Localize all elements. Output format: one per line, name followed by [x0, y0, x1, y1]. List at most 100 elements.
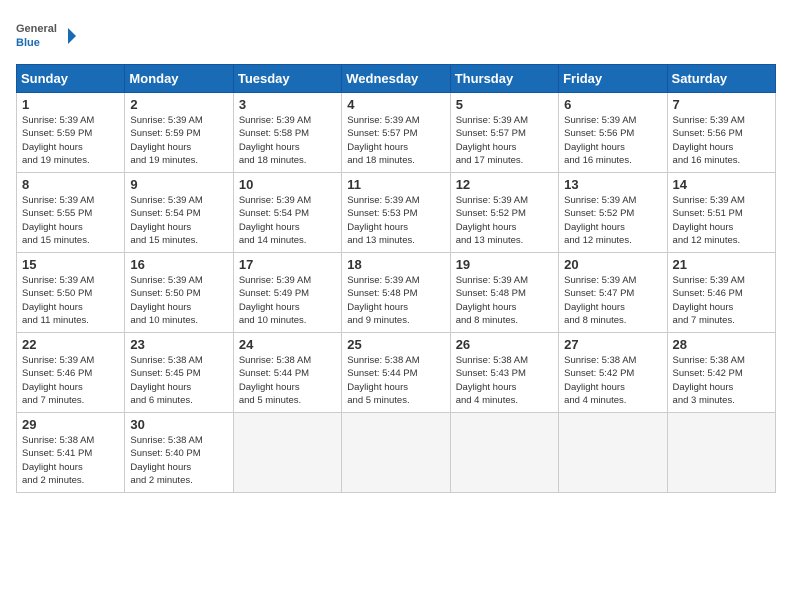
- weekday-header: Sunday: [17, 65, 125, 93]
- calendar-cell: 22 Sunrise: 5:39 AMSunset: 5:46 PMDaylig…: [17, 333, 125, 413]
- calendar-cell: 6 Sunrise: 5:39 AMSunset: 5:56 PMDayligh…: [559, 93, 667, 173]
- day-number: 11: [347, 177, 444, 192]
- day-number: 28: [673, 337, 770, 352]
- day-info: Sunrise: 5:39 AMSunset: 5:59 PMDaylight …: [130, 114, 227, 167]
- day-number: 20: [564, 257, 661, 272]
- calendar-cell: 10 Sunrise: 5:39 AMSunset: 5:54 PMDaylig…: [233, 173, 341, 253]
- calendar-week-row: 22 Sunrise: 5:39 AMSunset: 5:46 PMDaylig…: [17, 333, 776, 413]
- page-header: General Blue: [16, 16, 776, 56]
- calendar-cell: 8 Sunrise: 5:39 AMSunset: 5:55 PMDayligh…: [17, 173, 125, 253]
- day-number: 10: [239, 177, 336, 192]
- day-number: 12: [456, 177, 553, 192]
- day-info: Sunrise: 5:39 AMSunset: 5:57 PMDaylight …: [347, 114, 444, 167]
- logo-svg: General Blue: [16, 16, 76, 56]
- weekday-header: Thursday: [450, 65, 558, 93]
- calendar-cell: 16 Sunrise: 5:39 AMSunset: 5:50 PMDaylig…: [125, 253, 233, 333]
- day-info: Sunrise: 5:38 AMSunset: 5:42 PMDaylight …: [564, 354, 661, 407]
- day-info: Sunrise: 5:39 AMSunset: 5:55 PMDaylight …: [22, 194, 119, 247]
- day-number: 1: [22, 97, 119, 112]
- calendar-cell: 3 Sunrise: 5:39 AMSunset: 5:58 PMDayligh…: [233, 93, 341, 173]
- calendar-week-row: 15 Sunrise: 5:39 AMSunset: 5:50 PMDaylig…: [17, 253, 776, 333]
- day-number: 6: [564, 97, 661, 112]
- weekday-header: Saturday: [667, 65, 775, 93]
- calendar-cell: [233, 413, 341, 493]
- day-info: Sunrise: 5:39 AMSunset: 5:48 PMDaylight …: [456, 274, 553, 327]
- svg-text:General: General: [16, 23, 57, 35]
- day-number: 13: [564, 177, 661, 192]
- day-number: 5: [456, 97, 553, 112]
- day-info: Sunrise: 5:39 AMSunset: 5:51 PMDaylight …: [673, 194, 770, 247]
- day-info: Sunrise: 5:38 AMSunset: 5:44 PMDaylight …: [347, 354, 444, 407]
- calendar-cell: 19 Sunrise: 5:39 AMSunset: 5:48 PMDaylig…: [450, 253, 558, 333]
- day-info: Sunrise: 5:39 AMSunset: 5:50 PMDaylight …: [22, 274, 119, 327]
- day-number: 22: [22, 337, 119, 352]
- calendar-cell: 13 Sunrise: 5:39 AMSunset: 5:52 PMDaylig…: [559, 173, 667, 253]
- calendar-cell: 9 Sunrise: 5:39 AMSunset: 5:54 PMDayligh…: [125, 173, 233, 253]
- day-info: Sunrise: 5:39 AMSunset: 5:54 PMDaylight …: [239, 194, 336, 247]
- day-number: 4: [347, 97, 444, 112]
- calendar-cell: 15 Sunrise: 5:39 AMSunset: 5:50 PMDaylig…: [17, 253, 125, 333]
- calendar-cell: 29 Sunrise: 5:38 AMSunset: 5:41 PMDaylig…: [17, 413, 125, 493]
- day-info: Sunrise: 5:39 AMSunset: 5:58 PMDaylight …: [239, 114, 336, 167]
- calendar: SundayMondayTuesdayWednesdayThursdayFrid…: [16, 64, 776, 493]
- day-info: Sunrise: 5:38 AMSunset: 5:44 PMDaylight …: [239, 354, 336, 407]
- day-number: 2: [130, 97, 227, 112]
- calendar-week-row: 1 Sunrise: 5:39 AMSunset: 5:59 PMDayligh…: [17, 93, 776, 173]
- calendar-cell: [342, 413, 450, 493]
- logo: General Blue: [16, 16, 76, 56]
- calendar-cell: 12 Sunrise: 5:39 AMSunset: 5:52 PMDaylig…: [450, 173, 558, 253]
- day-number: 29: [22, 417, 119, 432]
- calendar-cell: [667, 413, 775, 493]
- day-info: Sunrise: 5:39 AMSunset: 5:57 PMDaylight …: [456, 114, 553, 167]
- calendar-cell: 11 Sunrise: 5:39 AMSunset: 5:53 PMDaylig…: [342, 173, 450, 253]
- weekday-header: Monday: [125, 65, 233, 93]
- day-number: 9: [130, 177, 227, 192]
- day-number: 15: [22, 257, 119, 272]
- day-number: 17: [239, 257, 336, 272]
- weekday-header-row: SundayMondayTuesdayWednesdayThursdayFrid…: [17, 65, 776, 93]
- day-number: 30: [130, 417, 227, 432]
- day-info: Sunrise: 5:39 AMSunset: 5:56 PMDaylight …: [564, 114, 661, 167]
- weekday-header: Tuesday: [233, 65, 341, 93]
- day-info: Sunrise: 5:39 AMSunset: 5:46 PMDaylight …: [22, 354, 119, 407]
- calendar-cell: 5 Sunrise: 5:39 AMSunset: 5:57 PMDayligh…: [450, 93, 558, 173]
- calendar-cell: [450, 413, 558, 493]
- day-info: Sunrise: 5:38 AMSunset: 5:45 PMDaylight …: [130, 354, 227, 407]
- calendar-cell: 14 Sunrise: 5:39 AMSunset: 5:51 PMDaylig…: [667, 173, 775, 253]
- calendar-cell: 17 Sunrise: 5:39 AMSunset: 5:49 PMDaylig…: [233, 253, 341, 333]
- day-number: 7: [673, 97, 770, 112]
- day-info: Sunrise: 5:39 AMSunset: 5:52 PMDaylight …: [456, 194, 553, 247]
- day-number: 24: [239, 337, 336, 352]
- day-number: 27: [564, 337, 661, 352]
- calendar-cell: 2 Sunrise: 5:39 AMSunset: 5:59 PMDayligh…: [125, 93, 233, 173]
- day-number: 16: [130, 257, 227, 272]
- calendar-cell: 25 Sunrise: 5:38 AMSunset: 5:44 PMDaylig…: [342, 333, 450, 413]
- calendar-cell: 4 Sunrise: 5:39 AMSunset: 5:57 PMDayligh…: [342, 93, 450, 173]
- calendar-cell: 27 Sunrise: 5:38 AMSunset: 5:42 PMDaylig…: [559, 333, 667, 413]
- day-number: 8: [22, 177, 119, 192]
- day-number: 18: [347, 257, 444, 272]
- day-number: 14: [673, 177, 770, 192]
- day-number: 25: [347, 337, 444, 352]
- day-number: 3: [239, 97, 336, 112]
- calendar-week-row: 8 Sunrise: 5:39 AMSunset: 5:55 PMDayligh…: [17, 173, 776, 253]
- day-info: Sunrise: 5:38 AMSunset: 5:43 PMDaylight …: [456, 354, 553, 407]
- day-number: 26: [456, 337, 553, 352]
- day-info: Sunrise: 5:39 AMSunset: 5:46 PMDaylight …: [673, 274, 770, 327]
- calendar-cell: [559, 413, 667, 493]
- calendar-cell: 21 Sunrise: 5:39 AMSunset: 5:46 PMDaylig…: [667, 253, 775, 333]
- day-info: Sunrise: 5:39 AMSunset: 5:48 PMDaylight …: [347, 274, 444, 327]
- day-info: Sunrise: 5:38 AMSunset: 5:40 PMDaylight …: [130, 434, 227, 487]
- calendar-cell: 23 Sunrise: 5:38 AMSunset: 5:45 PMDaylig…: [125, 333, 233, 413]
- day-info: Sunrise: 5:39 AMSunset: 5:50 PMDaylight …: [130, 274, 227, 327]
- day-info: Sunrise: 5:38 AMSunset: 5:42 PMDaylight …: [673, 354, 770, 407]
- calendar-cell: 26 Sunrise: 5:38 AMSunset: 5:43 PMDaylig…: [450, 333, 558, 413]
- calendar-week-row: 29 Sunrise: 5:38 AMSunset: 5:41 PMDaylig…: [17, 413, 776, 493]
- day-info: Sunrise: 5:39 AMSunset: 5:49 PMDaylight …: [239, 274, 336, 327]
- day-info: Sunrise: 5:39 AMSunset: 5:56 PMDaylight …: [673, 114, 770, 167]
- calendar-cell: 7 Sunrise: 5:39 AMSunset: 5:56 PMDayligh…: [667, 93, 775, 173]
- svg-text:Blue: Blue: [16, 37, 40, 49]
- day-info: Sunrise: 5:39 AMSunset: 5:47 PMDaylight …: [564, 274, 661, 327]
- calendar-cell: 28 Sunrise: 5:38 AMSunset: 5:42 PMDaylig…: [667, 333, 775, 413]
- calendar-cell: 1 Sunrise: 5:39 AMSunset: 5:59 PMDayligh…: [17, 93, 125, 173]
